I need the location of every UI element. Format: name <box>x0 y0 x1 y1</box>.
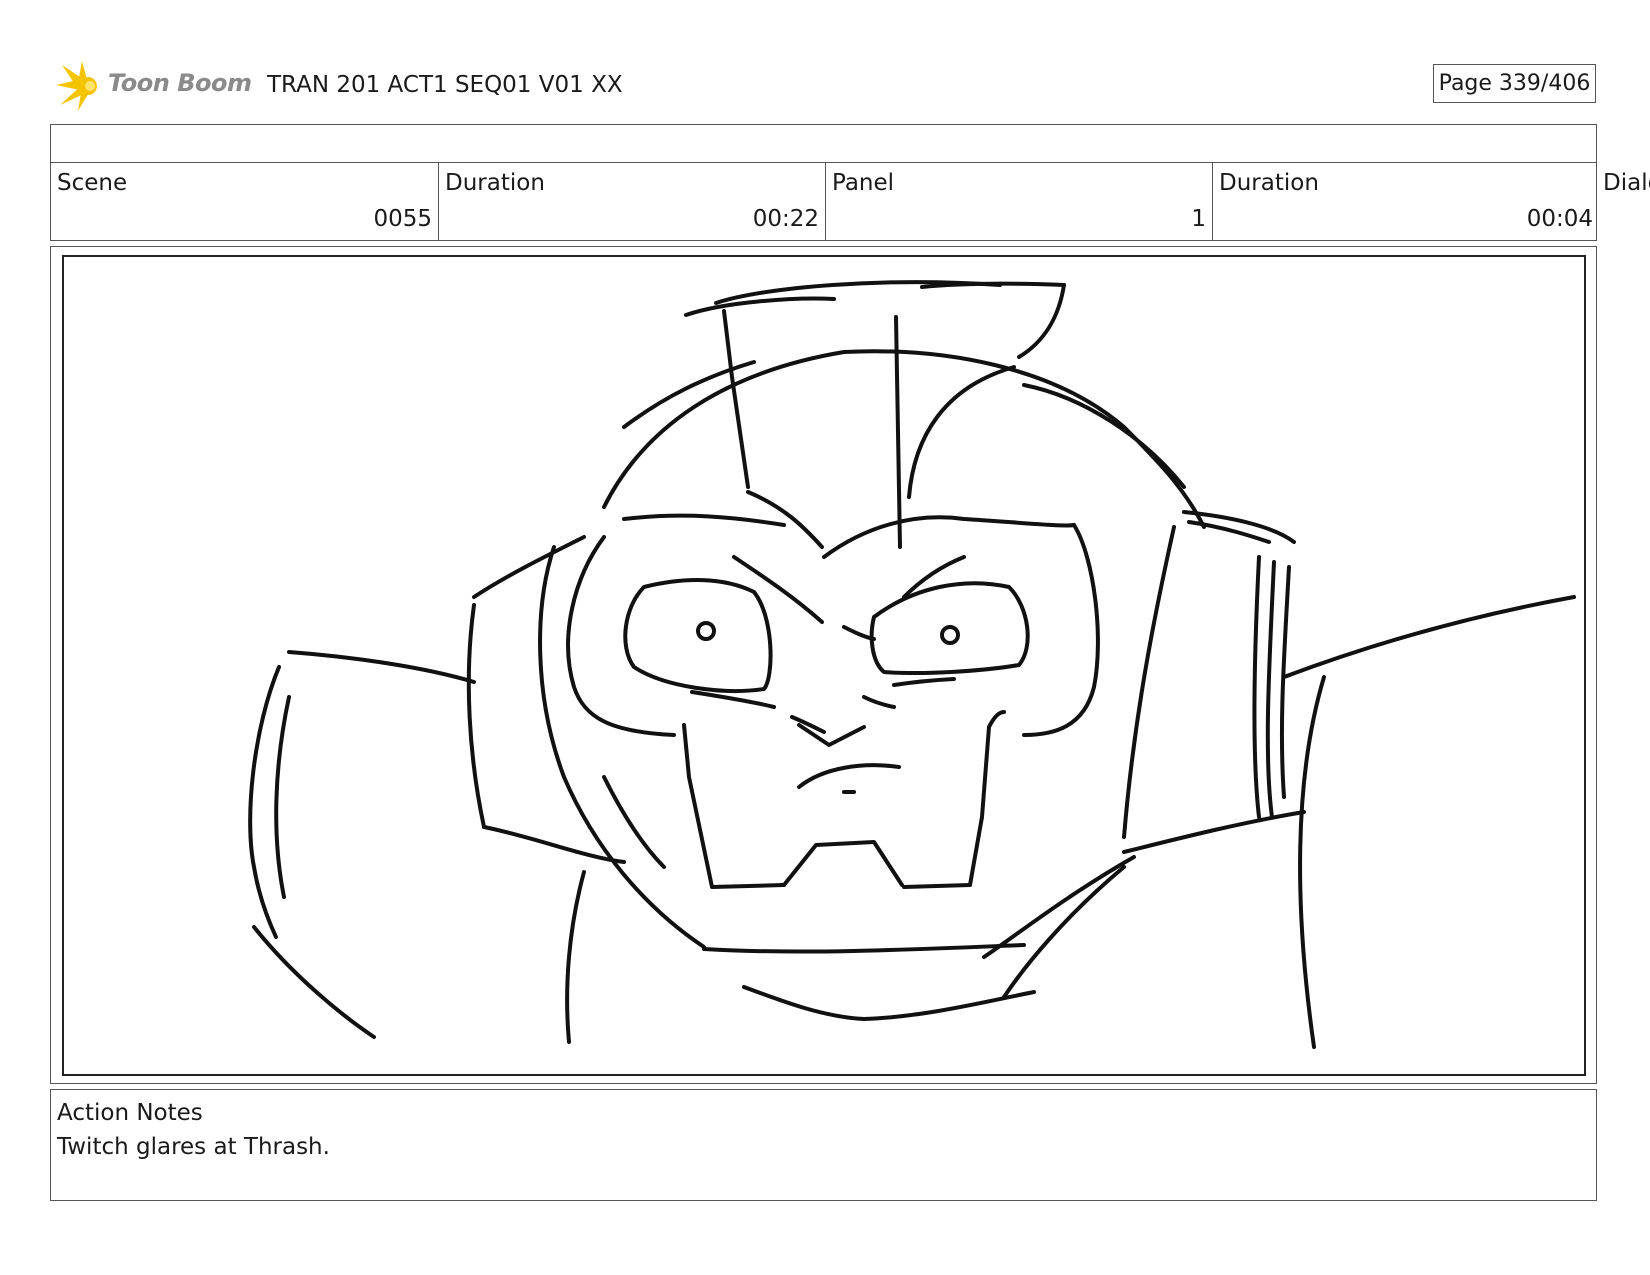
action-notes-label: Action Notes <box>57 1100 203 1126</box>
storyboard-panel <box>62 255 1586 1076</box>
panel-duration-cell: Duration 00:04 <box>1212 162 1599 240</box>
panel-value: 1 <box>1191 206 1206 232</box>
panel-label: Panel <box>832 170 895 196</box>
logo-wordmark: Toon Boom <box>108 69 252 97</box>
header-strip <box>50 124 1597 163</box>
action-notes-text: Twitch glares at Thrash. <box>57 1134 330 1160</box>
project-title: TRAN 201 ACT1 SEQ01 V01 XX <box>267 72 623 98</box>
toon-boom-starburst-icon <box>56 61 97 111</box>
panel-duration-value: 00:04 <box>1526 206 1593 232</box>
info-row: Scene 0055 Duration 00:22 Panel 1 Durati… <box>50 162 1597 241</box>
scene-duration-label: Duration <box>445 170 545 196</box>
scene-duration-cell: Duration 00:22 <box>438 162 825 240</box>
action-notes: Action Notes Twitch glares at Thrash. <box>50 1089 1597 1201</box>
page-indicator: Page 339/406 <box>1433 64 1596 103</box>
scene-value: 0055 <box>373 206 432 232</box>
scene-label: Scene <box>57 170 128 196</box>
scene-duration-value: 00:22 <box>752 206 819 232</box>
storyboard-sketch <box>248 280 1576 1049</box>
panel-cell: Panel 1 <box>825 162 1212 240</box>
scene-cell: Scene 0055 <box>51 162 438 240</box>
panel-duration-label: Duration <box>1219 170 1319 196</box>
toon-boom-logo: Toon Boom <box>52 57 252 113</box>
dialog-label: Dialo <box>1603 170 1650 196</box>
